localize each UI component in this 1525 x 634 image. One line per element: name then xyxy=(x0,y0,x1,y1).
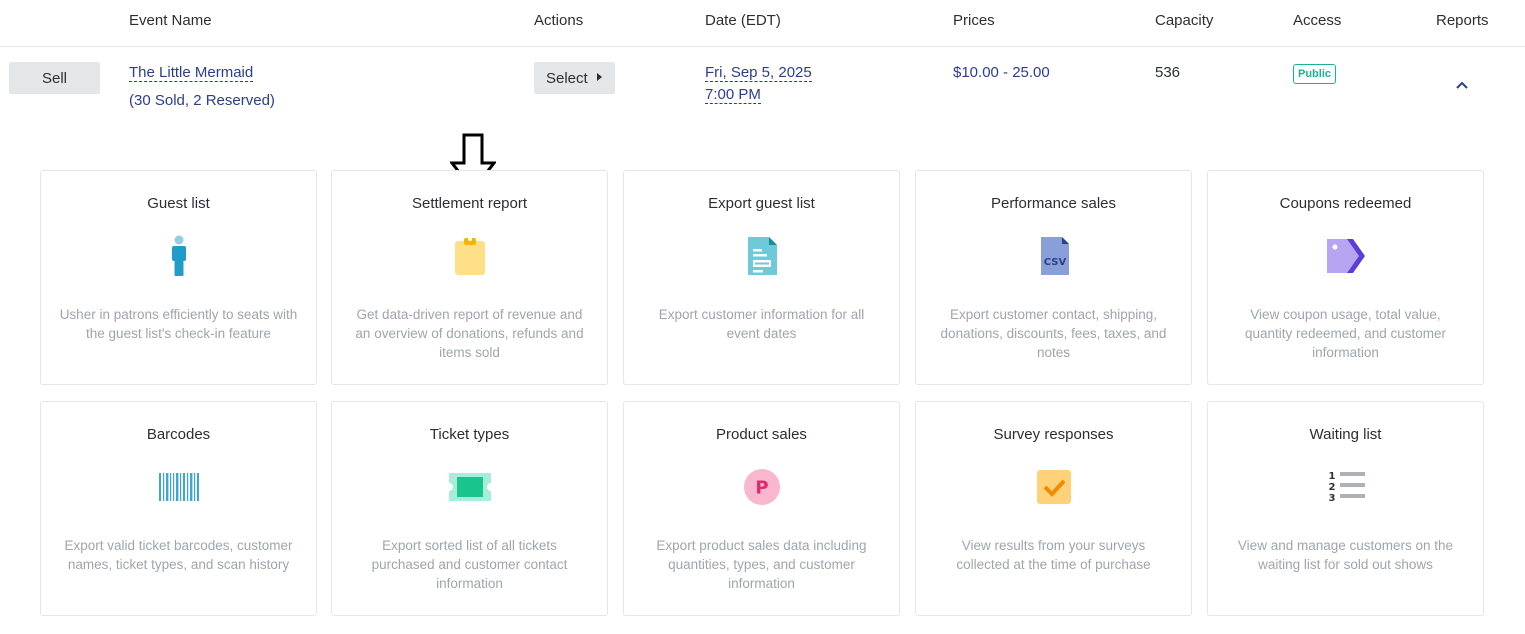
csv-file-icon: CSV xyxy=(1041,237,1069,275)
svg-text:1: 1 xyxy=(1329,471,1336,482)
svg-text:CSV: CSV xyxy=(1044,257,1067,268)
col-capacity: Capacity xyxy=(1155,12,1214,29)
report-card-guest-list[interactable]: Guest list Usher in patrons efficiently … xyxy=(40,170,317,385)
numbered-list-icon: 1 2 3 xyxy=(1329,471,1365,504)
col-reports: Reports xyxy=(1436,12,1489,29)
card-title: Export guest list xyxy=(708,195,815,212)
card-description: Get data-driven report of revenue and an… xyxy=(355,307,584,360)
card-description: View and manage customers on the waiting… xyxy=(1237,538,1454,572)
card-description: Export sorted list of all tickets purcha… xyxy=(371,538,568,591)
clipboard-icon xyxy=(455,237,485,275)
event-capacity: 536 xyxy=(1155,64,1181,81)
access-badge: Public xyxy=(1293,64,1337,84)
card-title: Barcodes xyxy=(146,426,211,443)
tag-icon xyxy=(1327,239,1365,273)
report-card-barcodes[interactable]: Barcodes Export valid ticket barcodes, c… xyxy=(40,401,317,616)
col-access: Access xyxy=(1293,12,1342,29)
card-title: Coupons redeemed xyxy=(1279,195,1412,212)
event-time-link[interactable]: 7:00 PM xyxy=(705,86,761,104)
event-row: Sell The Little Mermaid (30 Sold, 2 Rese… xyxy=(0,46,1525,126)
document-icon xyxy=(748,237,777,275)
report-card-performance-sales[interactable]: Performance sales CSV Export customer co… xyxy=(915,170,1192,385)
col-actions: Actions xyxy=(534,12,584,29)
report-card-product-sales[interactable]: Product sales P Export product sales dat… xyxy=(623,401,900,616)
card-description: Export customer information for all even… xyxy=(658,307,865,341)
report-card-export-guest-list[interactable]: Export guest list Export customer inform… xyxy=(623,170,900,385)
select-actions-button[interactable]: Select xyxy=(534,62,615,94)
report-card-waiting-list[interactable]: Waiting list 1 2 3 View and manage custo… xyxy=(1207,401,1484,616)
card-description: Export product sales data including quan… xyxy=(656,538,867,591)
card-title: Waiting list xyxy=(1309,426,1382,443)
report-card-ticket-types[interactable]: Ticket types Export sorted list of all t… xyxy=(331,401,608,616)
col-event-name: Event Name xyxy=(129,12,212,29)
card-description: Export valid ticket barcodes, customer n… xyxy=(64,538,293,572)
checkbox-icon xyxy=(1037,470,1071,504)
event-date-link[interactable]: Fri, Sep 5, 2025 xyxy=(705,64,812,82)
product-p-icon: P xyxy=(744,469,780,505)
event-name-link[interactable]: The Little Mermaid xyxy=(129,64,254,82)
table-header: Event Name Actions Date (EDT) Prices Cap… xyxy=(0,0,1525,47)
card-title: Survey responses xyxy=(993,426,1114,443)
svg-text:P: P xyxy=(755,478,768,499)
caret-right-icon xyxy=(597,73,602,81)
card-title: Settlement report xyxy=(411,195,528,212)
chevron-up-icon[interactable] xyxy=(1455,80,1469,90)
card-description: Usher in patrons efficiently to seats wi… xyxy=(59,307,298,341)
card-description: View results from your surveys collected… xyxy=(956,538,1151,572)
card-title: Guest list xyxy=(147,195,210,212)
card-description: View coupon usage, total value, quantity… xyxy=(1244,307,1447,360)
col-prices: Prices xyxy=(953,12,995,29)
event-prices: $10.00 - 25.00 xyxy=(953,64,1050,81)
report-card-coupons-redeemed[interactable]: Coupons redeemed View coupon usage, tota… xyxy=(1207,170,1484,385)
svg-text:2: 2 xyxy=(1329,482,1336,493)
report-card-survey-responses[interactable]: Survey responses View results from your … xyxy=(915,401,1192,616)
sell-button[interactable]: Sell xyxy=(9,62,100,94)
event-sold-info: (30 Sold, 2 Reserved) xyxy=(129,92,275,109)
card-title: Performance sales xyxy=(990,195,1117,212)
report-card-settlement-report[interactable]: Settlement report Get data-driven report… xyxy=(331,170,608,385)
col-date: Date (EDT) xyxy=(705,12,781,29)
card-description: Export customer contact, shipping, donat… xyxy=(940,307,1167,360)
card-title: Ticket types xyxy=(429,426,510,443)
person-icon xyxy=(172,235,186,276)
ticket-icon xyxy=(449,473,491,501)
card-title: Product sales xyxy=(716,426,807,443)
select-label: Select xyxy=(546,69,588,87)
barcode-icon xyxy=(159,473,199,501)
svg-text:3: 3 xyxy=(1329,493,1336,504)
